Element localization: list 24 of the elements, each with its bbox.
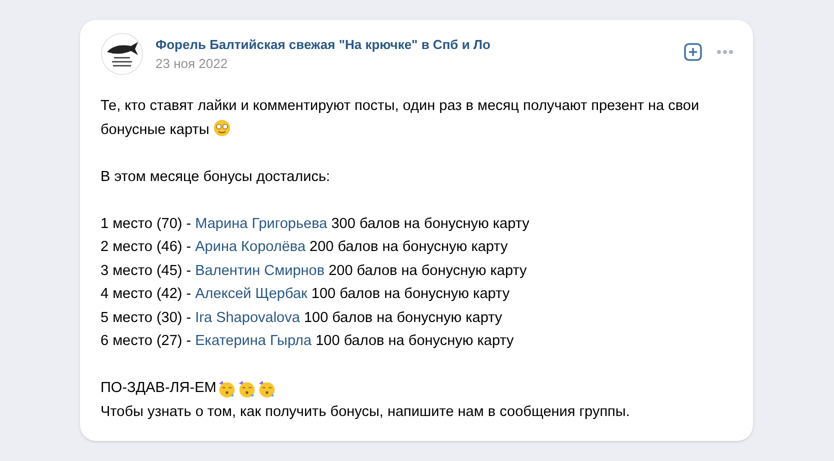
heading-line: В этом месяце бонусы достались: (100, 168, 332, 186)
winner-link[interactable]: Арина Королёва (195, 239, 306, 255)
fish-logo-icon (100, 33, 142, 75)
author-link[interactable]: Форель Балтийская свежая "На крючке" в Спб и Ло (156, 36, 490, 53)
winner-line: 5 место (30) - Ira Shapovalova 100 балов на бонусную карту (100, 308, 504, 328)
winner-line: 1 место (70) - Марина Григорьева 300 балов на бонусную карту (100, 214, 530, 234)
winner-link[interactable]: Марина Григорьева (195, 216, 328, 232)
party-face-icon (218, 380, 236, 398)
winner-line: 6 место (27) - Екатерина Гырла 100 балов на бонусную карту (100, 332, 515, 351)
footer-text: Чтобы узнать о том, как получить бонусы, напишите нам в сообщения группы. (100, 402, 631, 422)
post-date: 23 ноя 2022 (156, 55, 229, 72)
intro-paragraph: Те, кто ставят лайки и комментируют посты, один раз в месяц получают презент на свои бонусные карты (100, 97, 700, 140)
glasses-face-icon (213, 118, 232, 136)
add-icon[interactable] (684, 43, 702, 61)
winner-link[interactable]: Алексей Щербак (195, 286, 308, 302)
party-face-icon (258, 380, 276, 398)
winner-line: 3 место (45) - Валентин Смирнов 200 балов на бонусную карту (100, 262, 528, 280)
congrats-text: ПО-ЗДАВ-ЛЯ-ЕМ (100, 379, 216, 398)
party-face-icon (238, 380, 256, 398)
winner-line: 4 место (42) - Алексей Щербак 100 балов на бонусную карту (100, 285, 511, 304)
winner-line: 2 место (46) - Арина Королёва 200 балов на бонусную карту (100, 238, 509, 257)
winner-link[interactable]: Валентин Смирнов (195, 262, 325, 278)
winner-link[interactable]: Екатерина Гырла (195, 333, 312, 349)
winner-link[interactable]: Ira Shapovalova (195, 310, 300, 326)
